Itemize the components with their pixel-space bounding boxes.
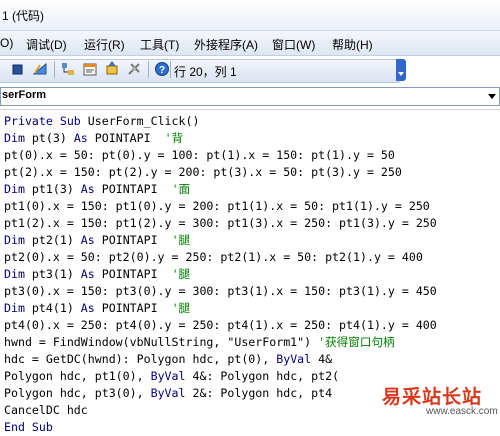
object-combo-area: serForm [0,84,500,108]
toolbar-separator [54,61,55,78]
cursor-position-indicator: 行 20，列 1 [174,65,237,79]
code-line[interactable]: Private Sub UserForm_Click() [4,113,199,130]
code-comment: '腿 [171,301,191,315]
menu-item-addins[interactable]: 外接程序(A) [194,36,258,53]
code-keyword: ByVal [150,369,193,383]
code-line[interactable]: pt(0).x = 50: pt(0).y = 100: pt(1).x = 1… [4,147,395,164]
code-keyword: Dim [4,233,32,247]
code-line[interactable]: pt1(2).x = 150: pt1(2).y = 300: pt1(3).x… [4,215,437,232]
code-keyword: ByVal [276,352,319,366]
title-bar: 1 (代码) [0,0,500,31]
code-keyword: As [73,131,95,145]
code-keyword: As [80,301,102,315]
code-line[interactable]: Polygon hdc, pt3(0), ByVal 2&: Polygon h… [4,385,332,402]
code-line[interactable]: Polygon hdc, pt1(0), ByVal 4&: Polygon h… [4,368,339,385]
code-text: pt2(1) [31,233,81,247]
watermark: 易采站长站 www.easck.com [382,382,500,417]
code-line[interactable]: pt2(0).x = 50: pt2(0).y = 250: pt2(1).x … [4,249,423,266]
watermark-title: 易采站长站 [382,386,483,408]
svg-text:?: ? [159,65,165,76]
code-line[interactable]: pt3(0).x = 150: pt3(0).y = 300: pt3(1).x… [4,283,437,300]
menu-item-run[interactable]: 运行(R) [84,36,125,53]
code-text: pt1(2).x = 150: pt1(2).y = 300: pt1(3).x… [4,216,437,230]
code-line[interactable]: hdc = GetDC(hwnd): Polygon hdc, pt(0), B… [4,351,332,368]
code-comment: '获得窗口句柄 [318,335,395,349]
code-text: pt1(0).x = 150: pt1(0).y = 200: pt1(1).x… [4,199,430,213]
code-keyword: Dim [4,301,32,315]
code-text: 2&: Polygon hdc, pt4 [192,386,333,400]
code-comment: '腿 [171,267,191,281]
help-icon[interactable]: ? [154,61,170,77]
object-combo[interactable]: serForm [0,87,500,106]
code-line[interactable]: Dim pt3(1) As POINTAPI '腿 [4,266,190,283]
code-comment: '背 [164,131,184,145]
code-text: POINTAPI [101,267,172,281]
code-text: pt2(0).x = 50: pt2(0).y = 250: pt2(1).x … [4,250,423,264]
code-text: POINTAPI [94,131,165,145]
code-comment: '面 [171,182,191,196]
code-line[interactable]: Dim pt(3) As POINTAPI '背 [4,130,183,147]
code-text: POINTAPI [101,182,172,196]
code-text: hwnd = FindWindow(vbNullString, "UserFor… [4,335,319,349]
code-line[interactable]: Dim pt2(1) As POINTAPI '腿 [4,232,190,249]
code-text: POINTAPI [101,233,172,247]
menu-item-edit[interactable]: O) [0,36,13,50]
code-line[interactable]: pt1(0).x = 150: pt1(0).y = 200: pt1(1).x… [4,198,430,215]
toolbar-options-button[interactable] [396,59,406,81]
code-line[interactable]: pt(2).x = 150: pt(2).y = 200: pt(3).x = … [4,164,402,181]
code-text: POINTAPI [101,301,172,315]
toolbox-icon[interactable] [126,61,142,77]
code-keyword: As [80,233,102,247]
code-keyword: As [80,267,102,281]
properties-window-icon[interactable] [82,61,98,77]
design-mode-icon[interactable] [32,61,48,77]
menu-item-window[interactable]: 窗口(W) [272,36,315,53]
code-keyword: Dim [4,131,32,145]
code-text: pt1(3) [31,182,81,196]
project-explorer-icon[interactable] [60,61,76,77]
code-text: Polygon hdc, pt3(0), [4,386,151,400]
code-text: hdc = GetDC(hwnd): Polygon hdc, pt(0), [4,352,277,366]
menu-item-help[interactable]: 帮助(H) [332,36,373,53]
chevron-down-icon[interactable] [485,88,499,105]
code-text: Polygon hdc, pt1(0), [4,369,151,383]
code-text: pt(2).x = 150: pt(2).y = 200: pt(3).x = … [4,165,402,179]
menu-item-tools[interactable]: 工具(T) [140,36,179,53]
code-line[interactable]: hwnd = FindWindow(vbNullString, "UserFor… [4,334,395,351]
code-text: pt3(1) [31,267,81,281]
code-text: UserForm_Click() [87,114,200,128]
object-combo-value: serForm [2,89,47,101]
watermark-url: www.easck.com [426,406,498,417]
code-line[interactable]: Dim pt4(1) As POINTAPI '腿 [4,300,190,317]
code-text: pt(0).x = 50: pt(0).y = 100: pt(1).x = 1… [4,148,395,162]
code-text: pt(3) [31,131,74,145]
code-text: CancelDC hdc [4,403,88,417]
menu-item-debug[interactable]: 调试(D) [26,36,67,53]
object-browser-icon[interactable] [104,61,120,77]
standard-toolbar: ? 行 20，列 1 [0,56,500,84]
code-text: 4&: Polygon hdc, pt2( [192,369,340,383]
menu-bar: O) 调试(D) 运行(R) 工具(T) 外接程序(A) 窗口(W) 帮助(H) [0,31,500,56]
code-editor[interactable]: Private Sub UserForm_Click() Dim pt(3) As… [0,109,500,434]
toolbar-separator [170,61,171,78]
code-keyword: End Sub [4,420,53,434]
code-text: 4& [318,352,333,366]
code-keyword: ByVal [150,386,193,400]
stop-icon[interactable] [10,61,26,77]
code-keyword: Dim [4,182,32,196]
code-keyword: Private Sub [4,114,88,128]
code-comment: '腿 [171,233,191,247]
code-line[interactable]: CancelDC hdc [4,402,88,419]
toolbar-separator [148,61,149,78]
code-text: pt4(1) [31,301,81,315]
code-keyword: Dim [4,267,32,281]
code-line[interactable]: pt4(0).x = 250: pt4(0).y = 250: pt4(1).x… [4,317,437,334]
code-text: pt4(0).x = 250: pt4(0).y = 250: pt4(1).x… [4,318,437,332]
code-line[interactable]: End Sub [4,419,53,436]
code-keyword: As [80,182,102,196]
window-title: 1 (代码) [2,9,45,23]
code-line[interactable]: Dim pt1(3) As POINTAPI '面 [4,181,190,198]
code-text: pt3(0).x = 150: pt3(0).y = 300: pt3(1).x… [4,284,437,298]
